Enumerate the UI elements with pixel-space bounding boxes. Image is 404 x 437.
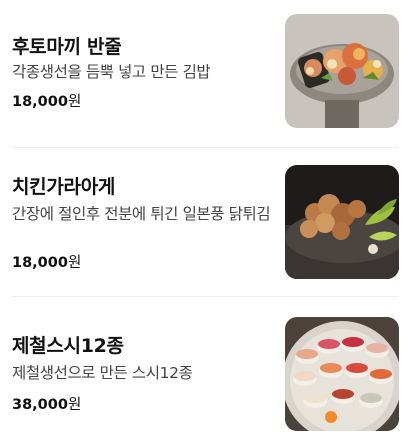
menu-item-chicken-karaage[interactable]: 치킨가라아게 간장에 절인후 전분에 튀긴 일본풍 닭튀김 18,000원 — [0, 148, 404, 296]
menu-item-description: 각종생선을 듬뿍 넣고 만든 김밥 — [12, 63, 211, 81]
chicken-karaage-photo[interactable] — [285, 165, 399, 279]
menu-item-price: 18,000원 — [12, 90, 81, 111]
price-unit: 원 — [67, 255, 82, 271]
menu-item-name: 후토마끼 반줄 — [12, 36, 122, 58]
price-amount: 18,000 — [12, 94, 68, 110]
price-unit: 원 — [67, 94, 82, 110]
menu-item-description: 간장에 절인후 전분에 튀긴 일본풍 닭튀김 — [12, 205, 271, 223]
menu-list: 후토마끼 반줄 각종생선을 듬뿍 넣고 만든 김밥 18,000원 치킨가라아게… — [0, 0, 404, 437]
menu-item-futomaki[interactable]: 후토마끼 반줄 각종생선을 듬뿍 넣고 만든 김밥 18,000원 — [0, 0, 404, 147]
menu-item-name: 제철스시12종 — [12, 335, 124, 357]
menu-item-sushi-platter[interactable]: 제철스시12종 제철생선으로 만든 스시12종 38,000원 — [0, 297, 404, 437]
menu-item-description: 제철생선으로 만든 스시12종 — [12, 364, 193, 382]
menu-item-price: 38,000원 — [12, 393, 81, 414]
sushi-platter-photo[interactable] — [285, 317, 399, 431]
price-amount: 38,000 — [12, 397, 68, 413]
price-unit: 원 — [67, 397, 82, 413]
price-amount: 18,000 — [12, 255, 68, 271]
menu-item-price: 18,000원 — [12, 251, 81, 272]
menu-item-name: 치킨가라아게 — [12, 176, 116, 198]
futomaki-photo[interactable] — [285, 14, 399, 128]
